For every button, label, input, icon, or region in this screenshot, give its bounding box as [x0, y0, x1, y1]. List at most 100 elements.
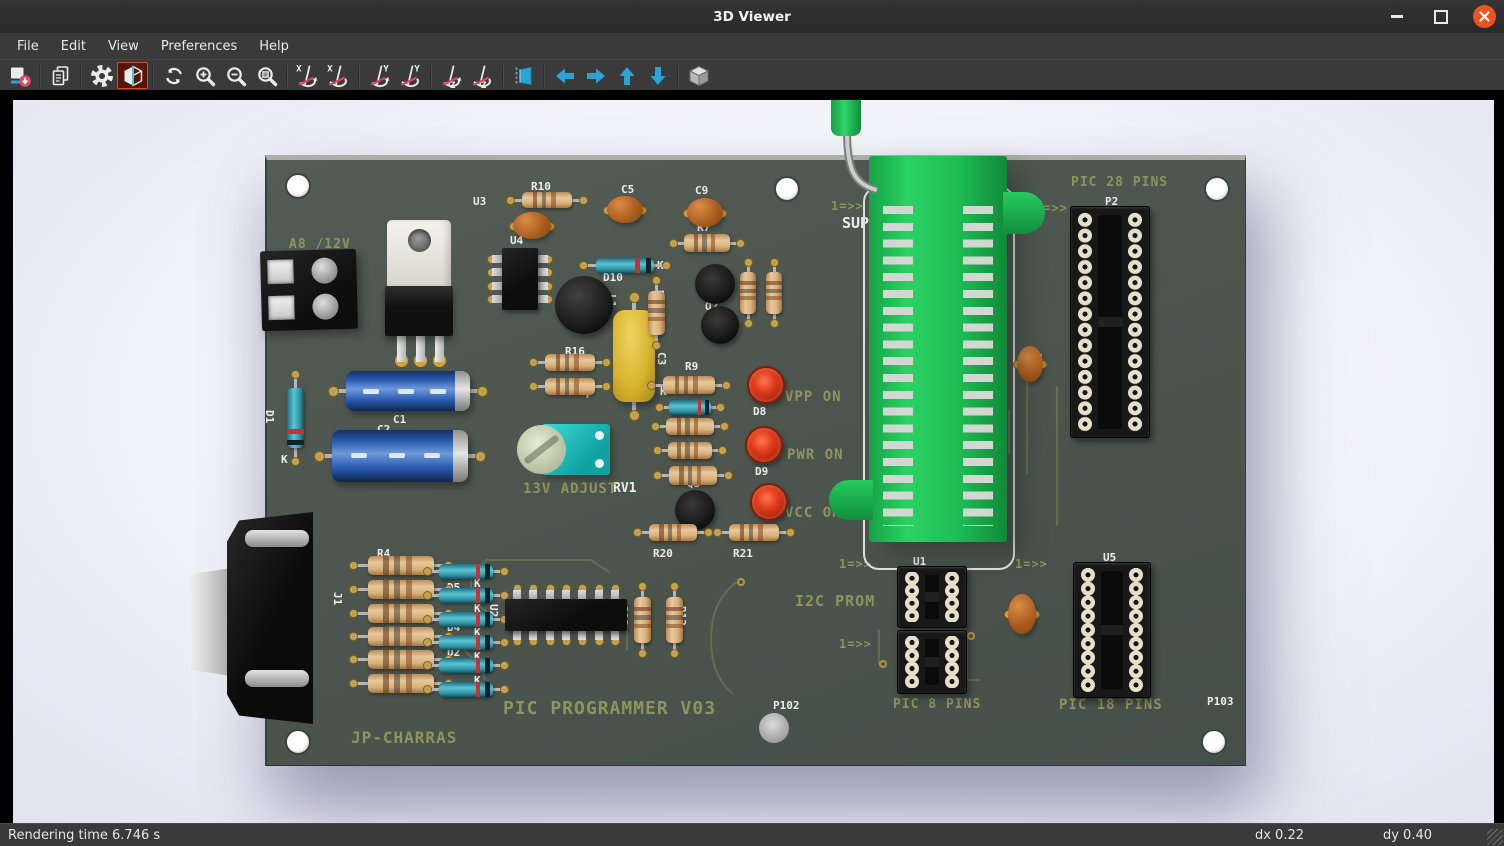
socket-holes [1075, 212, 1095, 432]
rotate-x-counterclockwise-button[interactable]: X [323, 62, 354, 89]
resistor-body [666, 418, 714, 435]
band [766, 296, 782, 300]
component-dio-31 [659, 400, 721, 415]
band [565, 378, 570, 395]
render-realistic-mode-button[interactable] [117, 62, 148, 89]
component-U1 [897, 566, 967, 628]
band [406, 556, 412, 575]
disc-body [1008, 594, 1036, 634]
band [485, 682, 490, 697]
render-settings-icon [90, 64, 114, 88]
ecap-dash [363, 389, 379, 394]
resistor-body [545, 378, 595, 395]
menu-item-edit[interactable]: Edit [50, 36, 97, 57]
move-down-button[interactable] [642, 62, 673, 89]
refresh-view-button[interactable] [158, 62, 189, 89]
solder-pad [718, 446, 727, 455]
solder-pad [529, 358, 538, 367]
band [749, 524, 754, 541]
minimize-button[interactable] [1385, 5, 1409, 29]
band [574, 354, 579, 371]
copy-image-button[interactable] [45, 62, 76, 89]
move-right-icon [584, 64, 608, 88]
maximize-button[interactable] [1429, 5, 1453, 29]
resistor-body [545, 354, 595, 371]
3d-viewer-window: 3D Viewer FileEditViewPreferencesHelp X X… [0, 0, 1504, 846]
toolbar-separator [39, 65, 41, 87]
ecap-body [332, 430, 468, 482]
band [383, 674, 389, 693]
menu-item-preferences[interactable]: Preferences [150, 36, 248, 57]
menu-item-file[interactable]: File [6, 36, 50, 57]
zif-left-tab [829, 480, 873, 520]
move-down-icon [646, 64, 670, 88]
resistor-body [648, 291, 665, 336]
band [648, 300, 665, 304]
title-bar[interactable]: 3D Viewer [0, 0, 1504, 34]
orthographic-view-button[interactable] [683, 62, 714, 89]
component-R12 [634, 586, 651, 654]
solder-pad [579, 196, 588, 205]
resize-grip[interactable] [1487, 829, 1503, 845]
resistor-body [668, 442, 713, 459]
reload-board-button[interactable] [4, 62, 35, 89]
zif-lever-handle[interactable] [831, 100, 861, 136]
solder-pad [638, 649, 647, 658]
component-P2 [1070, 206, 1150, 438]
move-left-button[interactable] [549, 62, 580, 89]
viewport-3d[interactable]: U3R10C5C9R7U4D10KP1L1R11C3Q2Q1R18R17R16C… [13, 100, 1494, 824]
silkscreen-text: D1 [264, 410, 275, 423]
render-settings-button[interactable] [86, 62, 117, 89]
band [406, 580, 412, 599]
solder-pad [423, 567, 432, 576]
band [648, 308, 665, 312]
flip-board-icon [512, 64, 536, 88]
zoom-to-fit-button[interactable] [251, 62, 282, 89]
move-up-button[interactable] [611, 62, 642, 89]
solder-pad [423, 591, 432, 600]
silkscreen-text: R9 [685, 361, 698, 372]
menu-item-view[interactable]: View [97, 36, 150, 57]
band [677, 442, 681, 459]
minimize-icon [1391, 15, 1403, 18]
band [406, 627, 412, 646]
socket-crossbar [1098, 317, 1122, 327]
component-res-26 [533, 378, 607, 395]
solder-pad [652, 276, 661, 285]
component-R9 [651, 376, 727, 394]
disc-body [1017, 346, 1043, 382]
silkscreen-text: PIC PROGRAMMER V03 [503, 700, 716, 718]
band [685, 442, 689, 459]
band [677, 524, 681, 541]
band [659, 524, 663, 541]
close-button[interactable] [1473, 5, 1496, 28]
component-dio-49 [427, 612, 505, 627]
zoom-out-button[interactable] [220, 62, 251, 89]
solder-pad [423, 685, 432, 694]
component-dio-51 [427, 658, 505, 673]
rotate-y-counterclockwise-button[interactable]: Y [395, 62, 426, 89]
rotate-x-clockwise-button[interactable]: X [292, 62, 323, 89]
solder-pad [500, 685, 509, 694]
rotate-y-clockwise-button[interactable]: Y [364, 62, 395, 89]
band [406, 650, 412, 669]
rotate-y-clockwise-icon: Y [367, 63, 393, 89]
svg-text:X: X [296, 63, 302, 74]
socket-holes [942, 572, 962, 622]
svg-text:X: X [327, 63, 333, 74]
move-right-button[interactable] [580, 62, 611, 89]
silkscreen-text: I2C PROM [795, 594, 875, 609]
menu-item-help[interactable]: Help [248, 36, 300, 57]
rotate-z-counterclockwise-button[interactable]: Z [467, 62, 498, 89]
db9-shell [189, 568, 231, 676]
flip-board-button[interactable] [508, 62, 539, 89]
band [668, 524, 672, 541]
ic-body [502, 248, 538, 310]
rotate-z-clockwise-button[interactable]: Z [436, 62, 467, 89]
solder-pad [349, 679, 358, 688]
diode-body [669, 400, 711, 415]
ecap-dash [424, 453, 440, 458]
silkscreen-text: J1 [332, 592, 343, 605]
zoom-in-button[interactable] [189, 62, 220, 89]
solder-pad [500, 567, 509, 576]
